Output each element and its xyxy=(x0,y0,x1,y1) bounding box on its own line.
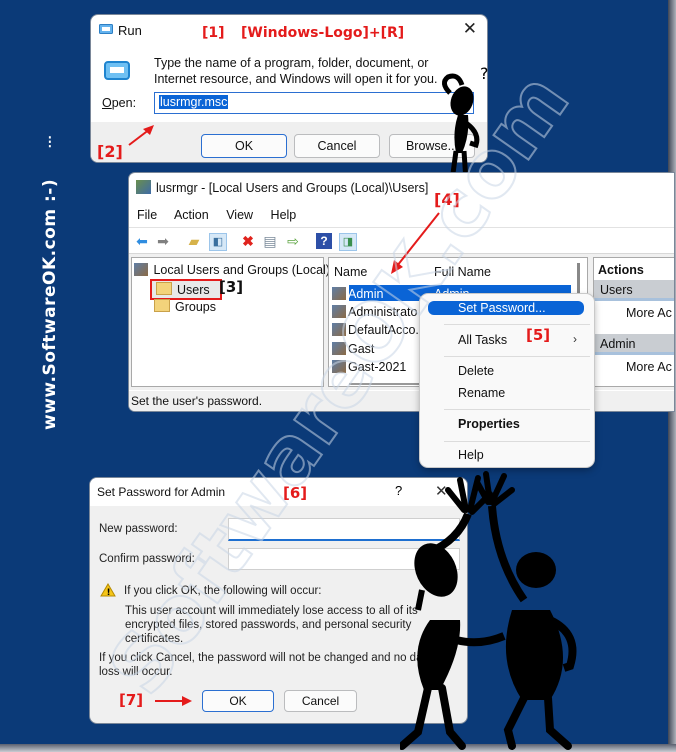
annotation-step-3: [3] xyxy=(219,278,244,296)
run-description: Type the name of a program, folder, docu… xyxy=(154,56,438,86)
annotation-step-4: [4] xyxy=(434,190,460,209)
user-row[interactable]: Admin xyxy=(332,287,383,301)
menu-separator xyxy=(444,356,590,357)
red-arrow-icon xyxy=(155,696,192,706)
user-icon xyxy=(332,360,346,373)
properties-icon[interactable]: ▤ xyxy=(262,233,278,249)
decoration-glyph: ⁝ xyxy=(47,132,53,152)
user-icon xyxy=(332,323,346,336)
close-button[interactable]: ✕ xyxy=(463,19,477,39)
run-dialog: Run [1] [Windows-Logo]+[R] ✕ Type the na… xyxy=(91,15,487,162)
annotation-step-2: [2] xyxy=(97,142,123,161)
show-hide-tree-icon[interactable]: ◧ xyxy=(209,233,227,251)
tree-pane: Local Users and Groups (Local) Users [3]… xyxy=(131,257,330,387)
new-password-label: New password: xyxy=(99,523,178,535)
more-actions-admin[interactable]: More Ac xyxy=(626,360,672,374)
context-menu: Set Password... All Tasks [5] › Delete R… xyxy=(420,294,594,467)
menu-item-rename[interactable]: Rename xyxy=(458,386,505,400)
run-footer: [2] OK Cancel Browse... xyxy=(91,122,487,162)
tree-item-users[interactable]: Users xyxy=(150,279,222,300)
menu-view[interactable]: View xyxy=(226,208,253,222)
menu-file[interactable]: File xyxy=(137,208,157,222)
user-icon xyxy=(332,342,346,355)
forward-arrow-icon[interactable]: ➡ xyxy=(155,233,171,249)
confirm-password-label: Confirm password: xyxy=(99,553,195,565)
menu-item-all-tasks[interactable]: All Tasks xyxy=(458,333,507,347)
users-groups-icon xyxy=(134,263,148,276)
site-watermark: www.SoftwareOK.com :-) xyxy=(40,178,60,430)
user-row[interactable]: DefaultAcco... xyxy=(332,323,426,337)
run-icon xyxy=(99,24,113,34)
menu-action[interactable]: Action xyxy=(174,208,209,222)
annotation-shortcut: [Windows-Logo]+[R] xyxy=(241,25,405,41)
tree-item-groups[interactable]: Groups xyxy=(154,299,216,314)
folder-icon xyxy=(154,299,170,312)
red-arrow-icon xyxy=(128,125,154,146)
help-icon[interactable]: ? xyxy=(316,233,332,249)
high-five-figures-illustration xyxy=(400,471,577,750)
folder-icon xyxy=(156,282,172,295)
red-arrow-icon xyxy=(391,212,440,274)
warning-icon: ! xyxy=(100,583,116,597)
annotation-step-1: [1] xyxy=(202,25,225,41)
menu-item-help[interactable]: Help xyxy=(458,448,484,462)
actions-section-users-title: Users xyxy=(600,283,633,297)
cancel-button[interactable]: Cancel xyxy=(284,690,357,712)
actions-header: Actions xyxy=(598,263,644,277)
menu-item-properties[interactable]: Properties xyxy=(458,417,520,431)
run-title: Run xyxy=(118,23,142,38)
svg-text:!: ! xyxy=(107,588,111,597)
set-password-title: Set Password for Admin xyxy=(97,485,226,499)
menu-separator xyxy=(444,324,590,325)
user-row[interactable]: Administrato xyxy=(332,305,417,319)
annotation-step-5: [5] xyxy=(526,326,551,344)
menu-separator xyxy=(444,409,590,410)
tree-root[interactable]: Local Users and Groups (Local) xyxy=(134,263,330,277)
scrollbar-thumb[interactable] xyxy=(577,263,580,293)
more-actions-users[interactable]: More Ac xyxy=(626,306,672,320)
open-input-value: lusrmgr.msc xyxy=(159,95,229,109)
submenu-chevron-icon: › xyxy=(573,332,577,346)
menu-separator xyxy=(444,441,590,442)
user-row[interactable]: Gast xyxy=(332,342,374,356)
delete-icon[interactable]: ✖ xyxy=(240,233,256,249)
warning-heading: If you click OK, the following will occu… xyxy=(124,585,322,597)
ok-button[interactable]: OK xyxy=(202,690,274,712)
menu-item-set-password[interactable]: Set Password... xyxy=(458,301,546,315)
actions-pane: Actions Users More Ac Admin More Ac xyxy=(593,257,674,387)
lusrmgr-title: lusrmgr - [Local Users and Groups (Local… xyxy=(156,181,429,195)
lusrmgr-app-icon xyxy=(136,180,151,194)
svg-text:?: ? xyxy=(480,64,489,83)
cancel-button[interactable]: Cancel xyxy=(294,134,380,158)
cancel-note: If you click Cancel, the password will n… xyxy=(99,652,433,678)
up-folder-icon[interactable]: ▰ xyxy=(186,233,202,249)
menu-bar: File Action View Help xyxy=(137,208,310,222)
annotation-step-6: [6] xyxy=(283,484,308,502)
column-header-name[interactable]: Name xyxy=(334,265,367,279)
user-icon xyxy=(332,305,346,318)
menu-item-delete[interactable]: Delete xyxy=(458,364,494,378)
open-input[interactable]: lusrmgr.msc xyxy=(154,92,474,114)
user-row[interactable]: Gast-2021 xyxy=(332,360,406,374)
open-label: Open: xyxy=(102,96,137,110)
export-list-icon[interactable]: ⇨ xyxy=(285,233,301,249)
actions-section-admin-title: Admin xyxy=(600,337,636,351)
user-icon xyxy=(332,287,346,300)
annotation-step-7: [7] xyxy=(119,691,144,709)
run-program-icon xyxy=(104,61,130,80)
back-arrow-icon[interactable]: ⬅ xyxy=(134,233,150,249)
show-hide-action-pane-icon[interactable]: ◨ xyxy=(339,233,357,251)
menu-help[interactable]: Help xyxy=(271,208,297,222)
ok-button[interactable]: OK xyxy=(201,134,287,158)
